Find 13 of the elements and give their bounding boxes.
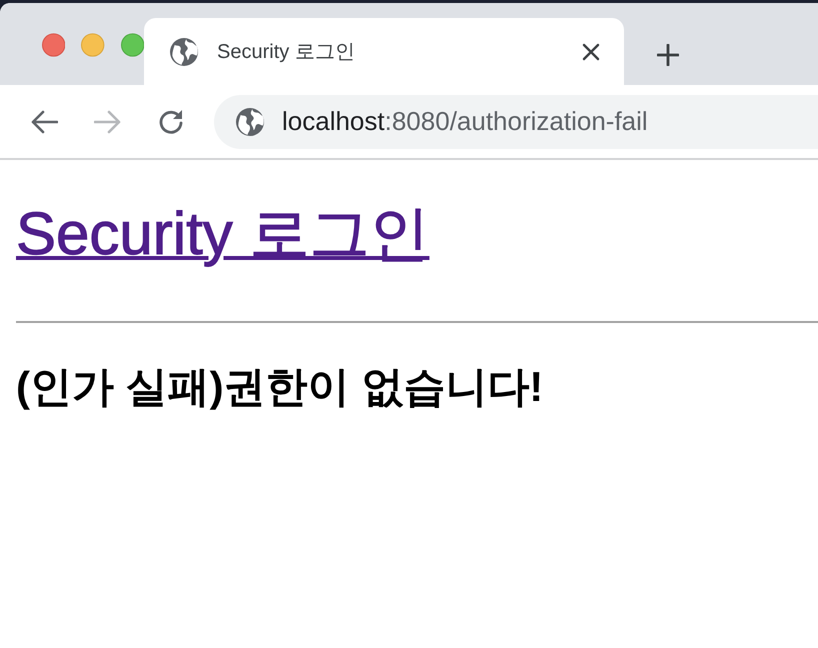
close-window-icon[interactable] (42, 33, 66, 57)
reload-icon[interactable] (158, 108, 184, 134)
error-message: (인가 실패)권한이 없습니다! (16, 362, 544, 412)
globe-icon (170, 38, 198, 66)
browser-tab[interactable]: Security 로그인 (144, 18, 624, 85)
plus-icon[interactable] (657, 44, 679, 66)
globe-icon (236, 108, 264, 136)
address-field[interactable]: localhost:8080/authorization-fail (214, 94, 818, 148)
url-text: localhost:8080/authorization-fail (282, 106, 648, 137)
close-icon[interactable] (582, 42, 600, 60)
tab-title: Security 로그인 (217, 40, 356, 65)
back-arrow-icon[interactable] (30, 110, 58, 134)
heading-link[interactable]: Security 로그인 (16, 200, 430, 267)
